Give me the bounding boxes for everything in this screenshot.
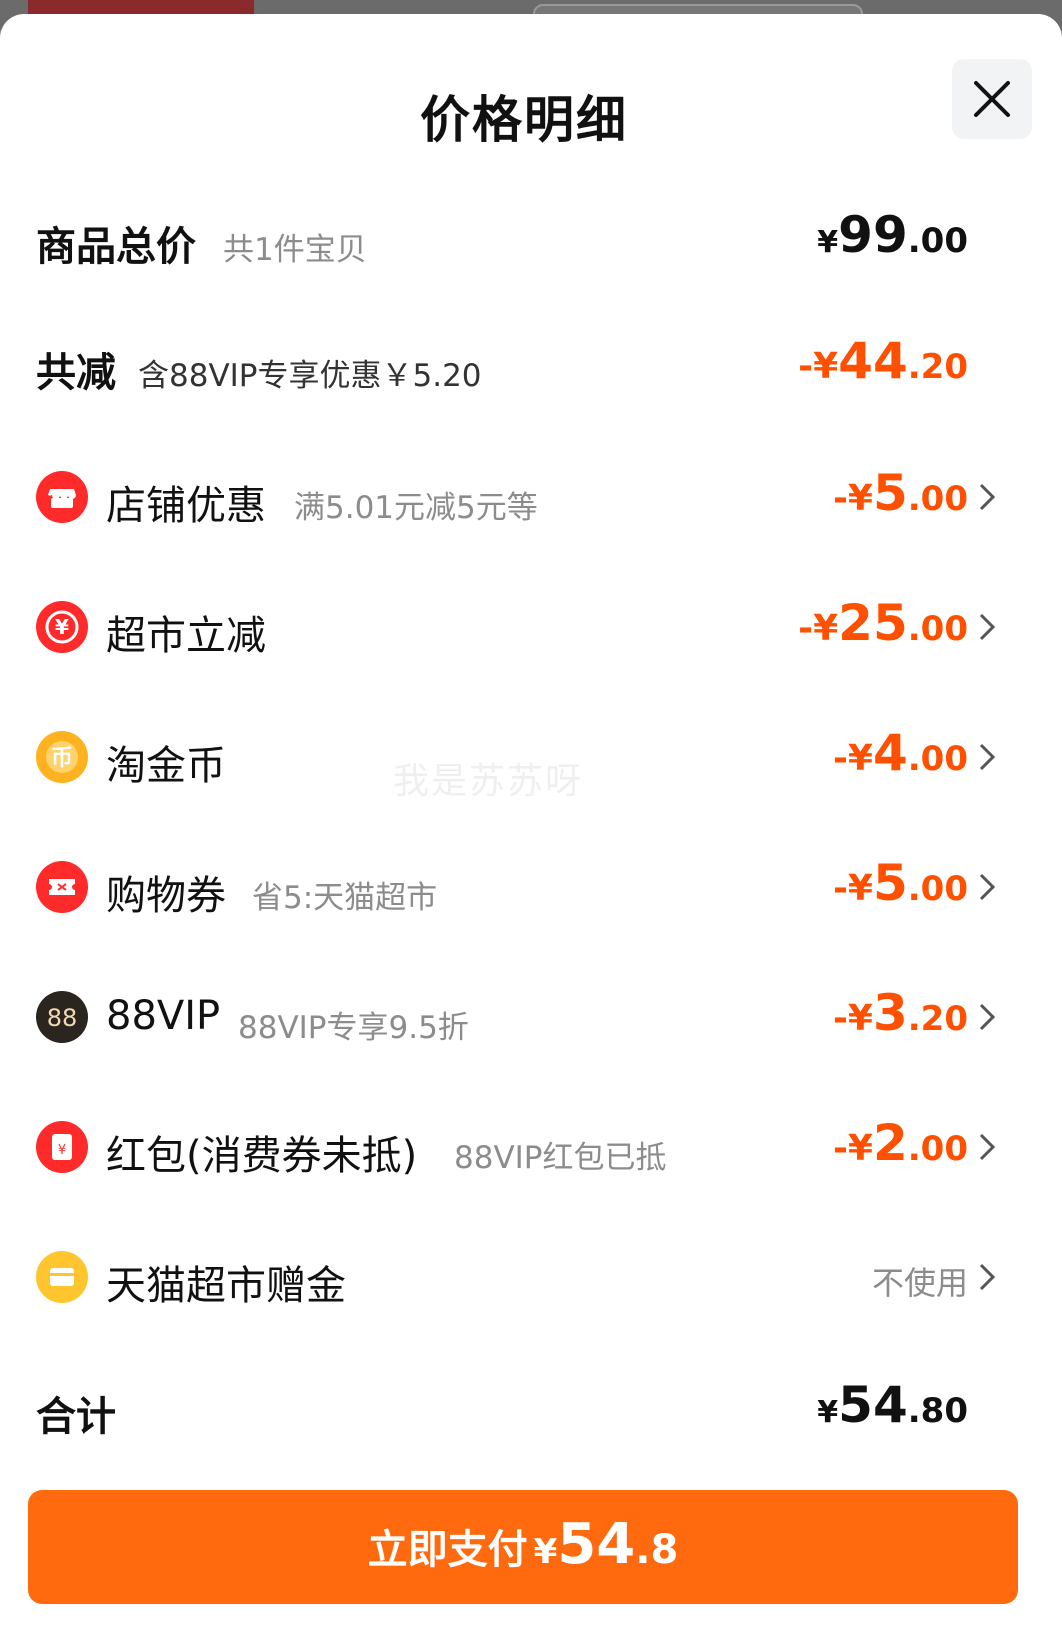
- coin-icon: 币: [36, 731, 88, 783]
- coupon-icon: [36, 861, 88, 913]
- total-discount-label: 共减: [36, 350, 116, 396]
- red-packet-icon: ¥: [36, 1121, 88, 1173]
- sheet-title: 价格明细: [420, 91, 628, 149]
- red-packet-sub: 88VIP红包已抵: [454, 1140, 667, 1176]
- vip88-amount: -¥3.20: [832, 984, 968, 1042]
- vip88-icon: 88: [36, 991, 88, 1043]
- shopping-voucher-amount: -¥5.00: [832, 854, 968, 912]
- row-red-packet[interactable]: ¥ 红包(消费券未抵) 88VIP红包已抵 -¥2.00: [0, 1114, 1062, 1184]
- close-button[interactable]: [952, 59, 1032, 139]
- store-discount-amount: -¥5.00: [832, 464, 968, 522]
- supermarket-discount-label: 超市立减: [106, 613, 266, 659]
- wallet-icon: [36, 1251, 88, 1303]
- row-store-discount[interactable]: 店铺优惠 满5.01元减5元等 -¥5.00: [0, 464, 1062, 534]
- vip88-sub: 88VIP专享9.5折: [238, 1010, 469, 1046]
- chevron-right-icon: [979, 743, 996, 771]
- svg-text:¥: ¥: [58, 1143, 66, 1158]
- chevron-right-icon: [979, 1003, 996, 1031]
- shopping-voucher-sub: 省5:天猫超市: [252, 880, 438, 916]
- svg-text:币: 币: [51, 746, 73, 771]
- row-total-price: 商品总价 共1件宝贝 ¥99.00: [0, 206, 1062, 276]
- supermarket-discount-amount: -¥25.00: [798, 594, 968, 652]
- chevron-right-icon: [979, 1133, 996, 1161]
- total-price-sub: 共1件宝贝: [223, 232, 367, 268]
- chevron-right-icon: [979, 1263, 996, 1291]
- yuan-discount-icon: ¥: [36, 601, 88, 653]
- svg-text:88: 88: [47, 1004, 78, 1032]
- grand-total-amount: ¥54.80: [817, 1376, 968, 1434]
- taobao-coins-amount: -¥4.00: [832, 724, 968, 782]
- chevron-right-icon: [979, 483, 996, 511]
- store-discount-sub: 满5.01元减5元等: [294, 490, 538, 526]
- row-tmall-bonus[interactable]: 天猫超市赠金 不使用: [0, 1244, 1062, 1314]
- grand-total-label: 合计: [36, 1394, 116, 1440]
- taobao-coins-label: 淘金币: [106, 743, 226, 789]
- shopping-voucher-label: 购物券: [106, 873, 226, 919]
- row-88vip[interactable]: 88 88VIP 88VIP专享9.5折 -¥3.20: [0, 984, 1062, 1054]
- svg-text:¥: ¥: [55, 615, 69, 639]
- store-discount-label: 店铺优惠: [106, 483, 266, 529]
- red-packet-label: 红包(消费券未抵): [106, 1133, 418, 1179]
- watermark: 我是苏苏呀: [393, 761, 584, 802]
- total-price-amount: ¥99.00: [817, 206, 968, 264]
- vip88-label: 88VIP: [106, 993, 221, 1039]
- pay-now-button[interactable]: 立即支付 ¥54.8: [28, 1490, 1018, 1604]
- pay-button-label: 立即支付: [367, 1527, 528, 1573]
- store-icon: [36, 471, 88, 523]
- total-discount-sub: 含88VIP专享优惠￥5.20: [138, 358, 482, 394]
- tmall-bonus-label: 天猫超市赠金: [106, 1263, 346, 1309]
- chevron-right-icon: [979, 613, 996, 641]
- close-icon: [974, 81, 1010, 117]
- tmall-bonus-value: 不使用: [871, 1264, 968, 1302]
- row-total-discount: 共减 含88VIP专享优惠￥5.20 -¥44.20: [0, 332, 1062, 402]
- row-supermarket-discount[interactable]: ¥ 超市立减 -¥25.00: [0, 594, 1062, 664]
- row-grand-total: 合计 ¥54.80: [0, 1376, 1062, 1446]
- red-packet-amount: -¥2.00: [832, 1114, 968, 1172]
- chevron-right-icon: [979, 873, 996, 901]
- total-price-label: 商品总价: [36, 224, 196, 270]
- total-discount-amount: -¥44.20: [798, 332, 968, 390]
- row-shopping-voucher[interactable]: 购物券 省5:天猫超市 -¥5.00: [0, 854, 1062, 924]
